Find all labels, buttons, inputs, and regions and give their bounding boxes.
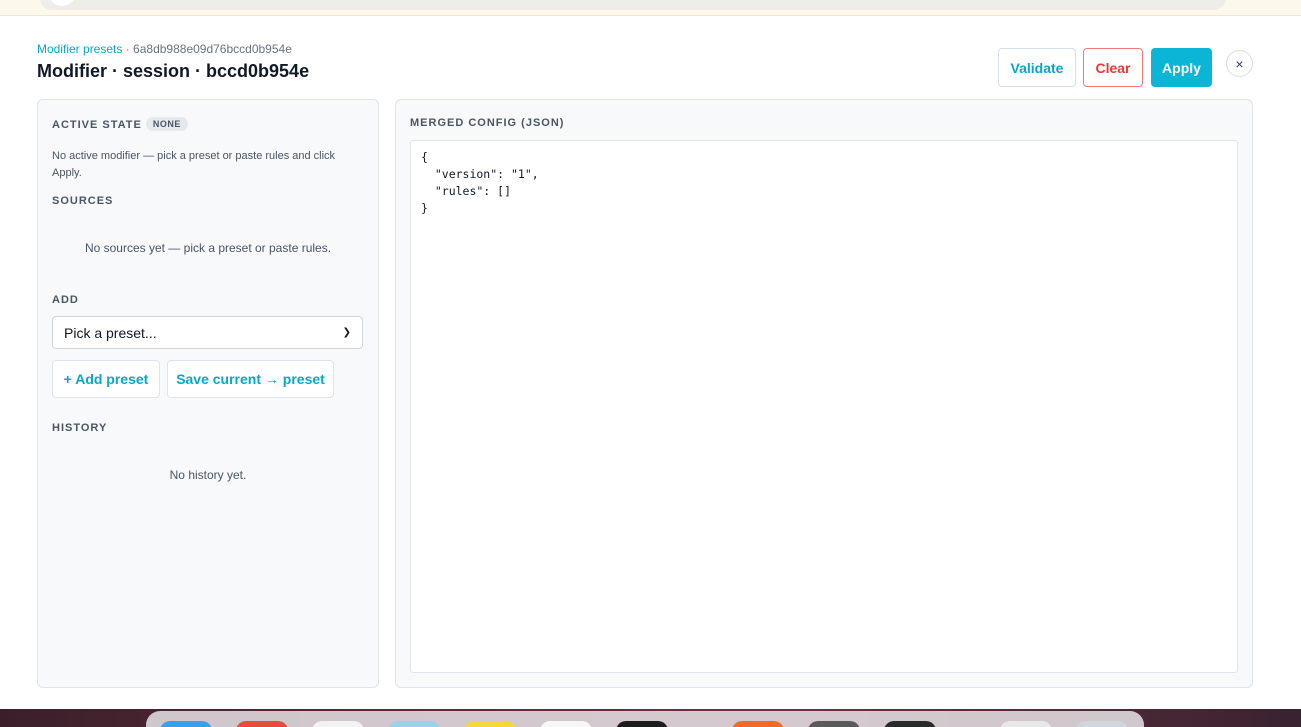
right-panel: MERGED CONFIG (JSON) { "version": "1", "… xyxy=(395,99,1253,688)
preset-select[interactable]: Pick a preset... ❯ xyxy=(52,316,363,349)
active-state-label: ACTIVE STATE xyxy=(52,119,142,131)
dock-app-icon[interactable] xyxy=(160,721,212,727)
history-heading: HISTORY xyxy=(52,422,108,434)
dock-app-icon[interactable] xyxy=(732,721,784,727)
save-current-preset-button[interactable]: Save current → preset xyxy=(167,360,334,398)
dock-app-icon[interactable] xyxy=(808,721,860,727)
active-state-note: No active modifier — pick a preset or pa… xyxy=(52,150,336,179)
left-panel: ACTIVE STATE NONE No active modifier — pi… xyxy=(37,99,379,688)
validate-button[interactable]: Validate xyxy=(998,48,1076,87)
dock-app-icon[interactable] xyxy=(1076,721,1128,727)
clear-button[interactable]: Clear xyxy=(1083,48,1143,87)
active-state-heading: ACTIVE STATE NONE xyxy=(52,117,188,131)
dock-app-icon[interactable] xyxy=(1000,721,1052,727)
add-heading: ADD xyxy=(52,294,79,306)
sources-heading: SOURCES xyxy=(52,195,114,207)
history-empty-message: No history yet. xyxy=(169,468,247,482)
sources-empty-message: No sources yet — pick a preset or paste … xyxy=(84,241,332,255)
breadcrumb: Modifier presets · 6a8db988e09d76bccd0b9… xyxy=(37,42,309,56)
dock-app-icon[interactable] xyxy=(540,721,592,727)
page-header: Modifier presets · 6a8db988e09d76bccd0b9… xyxy=(37,42,309,82)
apply-button[interactable]: Apply xyxy=(1151,48,1212,87)
preset-select-value: Pick a preset... xyxy=(64,324,157,341)
chevron-down-icon: ❯ xyxy=(342,327,351,338)
address-bar-icon xyxy=(48,0,76,6)
add-preset-button[interactable]: + Add preset xyxy=(52,360,160,398)
merged-config-heading: MERGED CONFIG (JSON) xyxy=(410,117,565,129)
dock-app-icon[interactable] xyxy=(236,721,288,727)
browser-top-strip xyxy=(0,0,1301,16)
json-editor[interactable]: { "version": "1", "rules": [] } xyxy=(410,140,1238,673)
dock-app-icon[interactable] xyxy=(884,721,936,727)
dock xyxy=(146,711,1144,727)
page-title: Modifier · session · bccd0b954e xyxy=(37,61,310,81)
status-badge: NONE xyxy=(145,117,188,131)
breadcrumb-link-modifier-presets[interactable]: Modifier presets xyxy=(37,42,122,56)
dock-app-icon[interactable] xyxy=(464,721,516,727)
breadcrumb-separator: · xyxy=(122,42,134,56)
address-bar[interactable] xyxy=(40,0,1226,10)
dock-app-icon[interactable] xyxy=(312,721,364,727)
dock-app-icon[interactable] xyxy=(388,721,440,727)
close-icon[interactable]: × xyxy=(1226,50,1253,77)
dock-app-icon[interactable] xyxy=(616,721,668,727)
breadcrumb-id: 6a8db988e09d76bccd0b954e xyxy=(133,42,292,56)
